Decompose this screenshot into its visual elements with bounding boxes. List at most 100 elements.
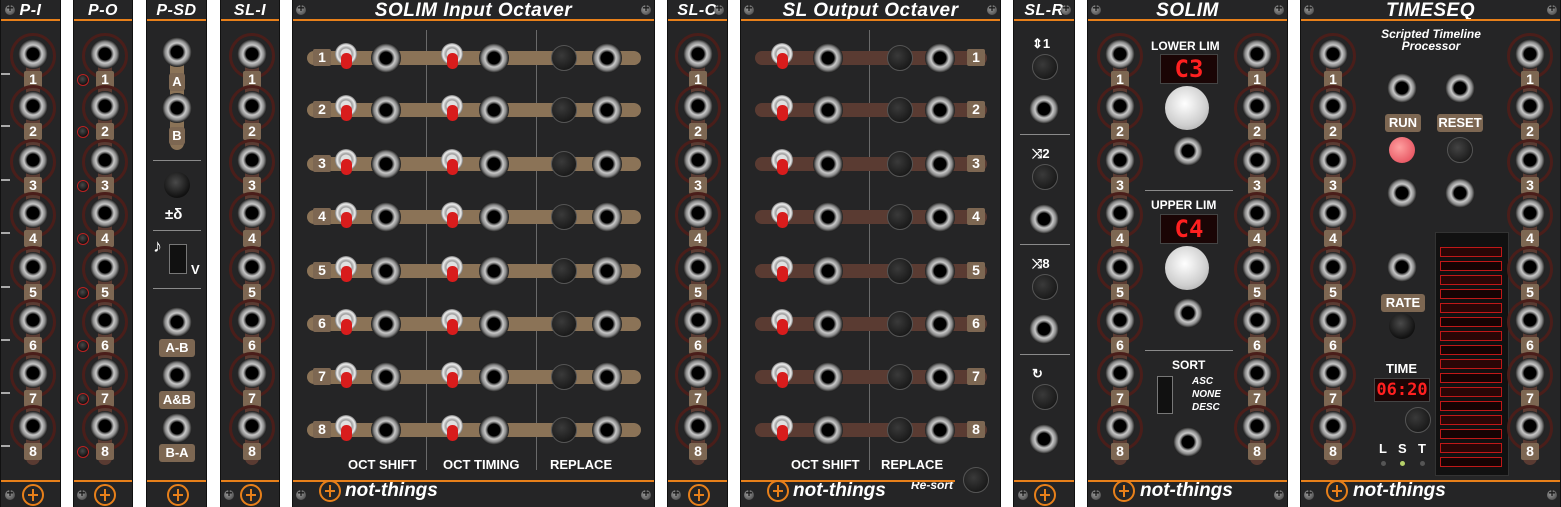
oct-shift-switch[interactable]	[335, 309, 357, 335]
offset-knob[interactable]	[77, 180, 89, 192]
oct-shift-switch[interactable]	[335, 149, 357, 175]
oct-timing-switch[interactable]	[441, 362, 463, 388]
oct-shift-cv-jack[interactable]	[813, 43, 843, 73]
jack-3[interactable]	[237, 145, 267, 175]
jack-1[interactable]	[18, 39, 48, 69]
input-jack-7[interactable]	[1105, 358, 1135, 388]
jack-4[interactable]	[237, 198, 267, 228]
input-jack-8[interactable]	[1105, 411, 1135, 441]
oct-shift-cv-jack[interactable]	[813, 95, 843, 125]
jack-5[interactable]	[237, 252, 267, 282]
replace-button[interactable]	[551, 45, 577, 71]
input-jack-6[interactable]	[1318, 305, 1348, 335]
output-jack-a-and-b[interactable]	[162, 360, 192, 390]
replace-button[interactable]	[887, 204, 913, 230]
input-jack-b[interactable]	[162, 93, 192, 123]
oct-shift-cv-jack[interactable]	[371, 415, 401, 445]
offset-knob[interactable]	[77, 393, 89, 405]
jack-6[interactable]	[18, 305, 48, 335]
oct-timing-switch[interactable]	[441, 415, 463, 441]
output-jack-6[interactable]	[1515, 305, 1545, 335]
offset-knob[interactable]	[77, 74, 89, 86]
oct-shift-cv-jack[interactable]	[371, 202, 401, 232]
oct-timing-switch[interactable]	[441, 95, 463, 121]
oct-shift-switch[interactable]	[771, 43, 793, 69]
oct-shift-cv-jack[interactable]	[371, 149, 401, 179]
output-jack[interactable]	[925, 362, 955, 392]
offset-knob[interactable]	[77, 233, 89, 245]
rate-knob[interactable]	[1389, 313, 1415, 339]
output-jack-3[interactable]	[1242, 145, 1272, 175]
replace-button[interactable]	[887, 311, 913, 337]
output-jack-a-minus-b[interactable]	[162, 307, 192, 337]
jack-1[interactable]	[90, 39, 120, 69]
oct-shift-switch[interactable]	[335, 256, 357, 282]
replace-cv-jack[interactable]	[592, 202, 622, 232]
slr-button-2[interactable]	[1032, 164, 1058, 190]
slr-button-3[interactable]	[1032, 274, 1058, 300]
jack-3[interactable]	[18, 145, 48, 175]
resort-button[interactable]	[963, 467, 989, 493]
input-jack-6[interactable]	[1105, 305, 1135, 335]
oct-timing-cv-jack[interactable]	[479, 362, 509, 392]
replace-button[interactable]	[551, 151, 577, 177]
oct-shift-switch[interactable]	[335, 415, 357, 441]
output-jack[interactable]	[925, 202, 955, 232]
time-button[interactable]	[1405, 407, 1431, 433]
replace-button[interactable]	[551, 311, 577, 337]
oct-timing-cv-jack[interactable]	[479, 149, 509, 179]
delta-knob[interactable]	[164, 172, 190, 198]
oct-shift-cv-jack[interactable]	[371, 43, 401, 73]
replace-button[interactable]	[887, 364, 913, 390]
input-jack-8[interactable]	[1318, 411, 1348, 441]
jack-3[interactable]	[683, 145, 713, 175]
oct-shift-switch[interactable]	[335, 95, 357, 121]
output-jack-b-minus-a[interactable]	[162, 413, 192, 443]
oct-shift-switch[interactable]	[771, 415, 793, 441]
replace-cv-jack[interactable]	[592, 149, 622, 179]
jack-8[interactable]	[18, 411, 48, 441]
oct-shift-switch[interactable]	[335, 43, 357, 69]
input-jack-7[interactable]	[1318, 358, 1348, 388]
output-jack-7[interactable]	[1242, 358, 1272, 388]
jack-4[interactable]	[90, 198, 120, 228]
offset-knob[interactable]	[77, 126, 89, 138]
oct-timing-switch[interactable]	[441, 309, 463, 335]
slr-button-1[interactable]	[1032, 54, 1058, 80]
oct-shift-switch[interactable]	[771, 309, 793, 335]
oct-shift-cv-jack[interactable]	[813, 149, 843, 179]
reset-output-jack[interactable]	[1445, 178, 1475, 208]
oct-timing-switch[interactable]	[441, 149, 463, 175]
oct-shift-switch[interactable]	[771, 362, 793, 388]
oct-shift-cv-jack[interactable]	[813, 256, 843, 286]
output-jack-2[interactable]	[1242, 91, 1272, 121]
reset-button[interactable]	[1447, 137, 1473, 163]
replace-button[interactable]	[887, 45, 913, 71]
jack-8[interactable]	[90, 411, 120, 441]
output-jack[interactable]	[925, 415, 955, 445]
replace-cv-jack[interactable]	[592, 43, 622, 73]
oct-timing-cv-jack[interactable]	[479, 43, 509, 73]
upper-lim-knob[interactable]	[1165, 246, 1209, 290]
oct-timing-cv-jack[interactable]	[479, 95, 509, 125]
input-jack-5[interactable]	[1105, 252, 1135, 282]
jack-7[interactable]	[683, 358, 713, 388]
jack-4[interactable]	[683, 198, 713, 228]
output-jack-8[interactable]	[1515, 411, 1545, 441]
jack-1[interactable]	[237, 39, 267, 69]
slr-jack-1[interactable]	[1029, 94, 1059, 124]
oct-shift-cv-jack[interactable]	[371, 256, 401, 286]
replace-button[interactable]	[551, 97, 577, 123]
output-jack-6[interactable]	[1242, 305, 1272, 335]
input-jack-3[interactable]	[1105, 145, 1135, 175]
jack-5[interactable]	[683, 252, 713, 282]
replace-button[interactable]	[887, 258, 913, 284]
output-jack-7[interactable]	[1515, 358, 1545, 388]
replace-cv-jack[interactable]	[592, 309, 622, 339]
output-jack[interactable]	[925, 256, 955, 286]
mode-switch[interactable]	[169, 244, 187, 274]
jack-6[interactable]	[237, 305, 267, 335]
replace-button[interactable]	[887, 97, 913, 123]
input-jack-1[interactable]	[1318, 39, 1348, 69]
oct-timing-cv-jack[interactable]	[479, 256, 509, 286]
